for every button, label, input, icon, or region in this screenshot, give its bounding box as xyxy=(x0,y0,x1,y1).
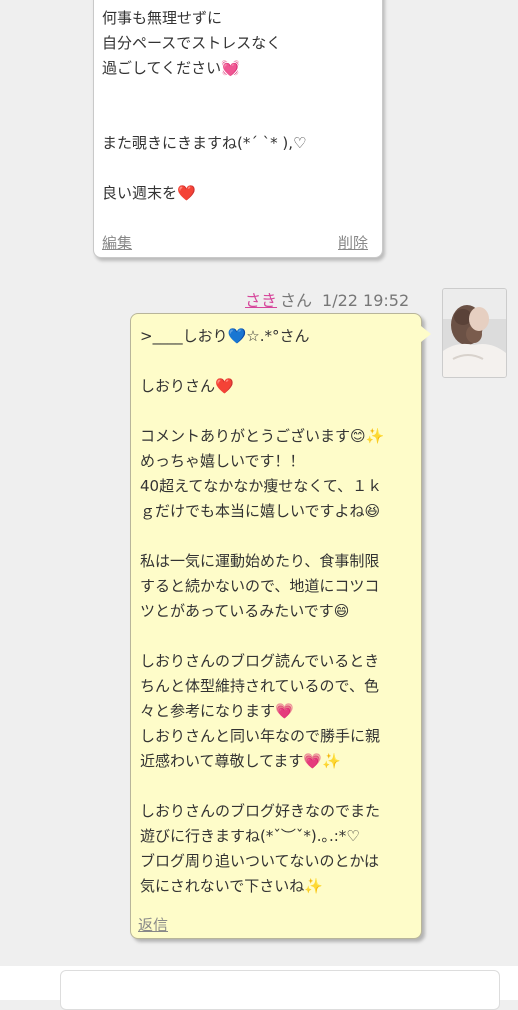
edit-link[interactable]: 編集 xyxy=(102,232,132,253)
reply-line: >____しおり💙☆.*°さん xyxy=(140,327,310,345)
reply-line: しおりさん❤️ xyxy=(140,377,234,395)
reply-line: ブログ周り追いついてないのとかは xyxy=(140,852,379,870)
reply-line: めっちゃ嬉しいです！！ xyxy=(140,452,305,470)
reply-meta: さき さん 1/22 19:52 xyxy=(245,287,409,311)
reply-line: ツとがあっているみたいです😄 xyxy=(140,602,350,620)
author-name-link[interactable]: さき xyxy=(245,291,277,310)
delete-link[interactable]: 削除 xyxy=(338,232,368,253)
comment-line: 過ごしてください💓 xyxy=(102,59,240,77)
avatar-photo xyxy=(443,289,506,377)
reply-timestamp: 1/22 19:52 xyxy=(322,291,410,310)
comment-line: また覗きにきますね(*ˊ ˋ* ),♡ xyxy=(102,134,307,152)
author-honorific: さん xyxy=(280,291,313,310)
reply-line: すると続かないので、地道にコツコ xyxy=(140,577,380,595)
reply-line: 40超えてなかなか痩せなくて、１ｋ xyxy=(140,477,383,495)
reply-bubble: >____しおり💙☆.*°さん しおりさん❤️ コメントありがとうございます😊✨… xyxy=(130,313,431,939)
reply-line: しおりさんのブログ好きなのでまた xyxy=(140,802,381,820)
reply-line: 遊びに行きますね(*ˇ︶ˇ*).｡.:*♡ xyxy=(140,827,360,845)
reply-line: ちんと体型維持されているので、色 xyxy=(140,677,379,695)
comment-line: 良い週末を❤️ xyxy=(102,184,196,202)
reply-line: 近感わいて尊敬してます💗✨ xyxy=(140,752,341,770)
reply-link[interactable]: 返信 xyxy=(138,914,168,935)
avatar[interactable] xyxy=(442,288,507,378)
reply-line: 々と参考になります💗 xyxy=(140,702,294,720)
reply-line: コメントありがとうございます😊✨ xyxy=(140,427,385,445)
comment-line: 何事も無理せずに xyxy=(102,9,223,27)
reply-line: しおりさんと同い年なので勝手に親 xyxy=(140,727,381,745)
comment-line: 自分ペースでストレスなく xyxy=(102,34,282,52)
reply-line: しおりさんのブログ読んでいるとき xyxy=(140,652,380,670)
reply-line: ｇだけでも本当に嬉しいですよね😆 xyxy=(140,502,381,520)
reply-line: 気にされないで下さいね✨ xyxy=(140,877,323,895)
reply-line: 私は一気に運動始めたり、食事制限 xyxy=(140,552,380,570)
comment-input-box[interactable] xyxy=(60,970,500,1010)
previous-comment-bubble: 何事も無理せずに 自分ペースでストレスなく 過ごしてください💓 また覗きにきます… xyxy=(93,0,383,258)
